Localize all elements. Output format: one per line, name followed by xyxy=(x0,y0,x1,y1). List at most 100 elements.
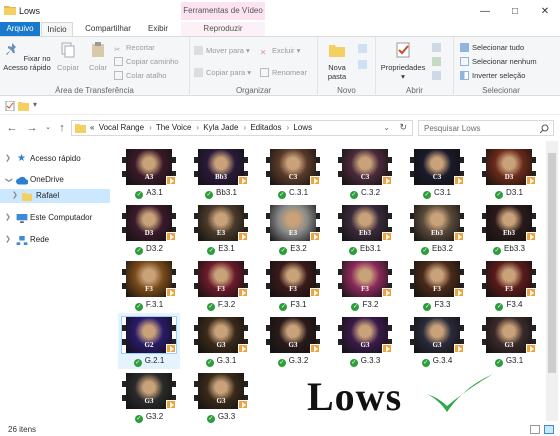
file-item[interactable]: Bb3 ✓ Bb3.1 xyxy=(190,145,252,201)
invert-selection-button[interactable]: Inverter seleção xyxy=(460,70,525,81)
customize-toolbar-icon[interactable]: ▾ xyxy=(33,100,37,109)
select-none-button[interactable]: Selecionar nenhum xyxy=(460,56,537,67)
file-item[interactable]: F3 ✓ F.3.1 xyxy=(118,257,180,313)
tab-play[interactable]: Reproduzir xyxy=(181,22,265,36)
copy-to-button[interactable]: Copiar para ▾ xyxy=(194,67,251,78)
sync-check-icon: ✓ xyxy=(133,359,142,367)
paste-shortcut-button[interactable]: Colar atalho xyxy=(114,70,166,81)
breadcrumb-lows[interactable]: Lows xyxy=(293,123,312,132)
address-bar[interactable]: « Vocal Range › The Voice › Kyla Jade › Edi… xyxy=(71,120,413,136)
sync-check-icon: ✓ xyxy=(423,303,432,311)
expand-chevron-icon[interactable]: ❯ xyxy=(5,211,11,225)
tab-file[interactable]: Arquivo xyxy=(0,22,40,36)
back-icon[interactable]: ← xyxy=(5,121,19,135)
file-item[interactable]: Eb3 ✓ Eb3.1 xyxy=(334,201,396,257)
edit-button[interactable] xyxy=(432,56,444,67)
properties-quick-icon[interactable] xyxy=(5,101,15,111)
copy-button[interactable]: Copiar xyxy=(54,41,82,72)
expand-chevron-icon[interactable]: ❯ xyxy=(5,152,11,166)
breadcrumb-kyla-jade[interactable]: Kyla Jade xyxy=(203,123,238,132)
maximize-button[interactable]: □ xyxy=(500,0,530,22)
delete-icon: ✕ xyxy=(260,48,267,57)
file-name-text: G.3.2 xyxy=(288,356,309,365)
file-item[interactable]: F3 ✓ F.3.2 xyxy=(190,257,252,313)
breadcrumb-overflow[interactable]: « xyxy=(90,123,94,132)
open-button[interactable] xyxy=(432,42,444,53)
expand-chevron-icon[interactable]: ❯ xyxy=(1,177,15,183)
file-item[interactable]: E3 ✓ E3.1 xyxy=(190,201,252,257)
search-box[interactable]: Pesquisar Lows xyxy=(418,120,554,136)
recent-locations-icon[interactable]: ⌄ xyxy=(41,121,55,135)
cut-button[interactable]: ✂ Recortar xyxy=(114,42,155,54)
file-item[interactable]: F3 ✓ F3.3 xyxy=(406,257,468,313)
vertical-scrollbar[interactable] xyxy=(546,141,558,421)
file-item[interactable]: C3 ✓ C3.1 xyxy=(406,145,468,201)
sidebar-item-rafael[interactable]: ❯ Rafael xyxy=(0,189,110,203)
file-item[interactable]: E3 ✓ E3.2 xyxy=(262,201,324,257)
sidebar-item-network[interactable]: ❯ Rede xyxy=(0,233,110,247)
breadcrumb-separator[interactable]: › xyxy=(286,123,289,132)
minimize-button[interactable]: — xyxy=(470,0,500,22)
breadcrumb-separator[interactable]: › xyxy=(196,123,199,132)
sidebar-item-onedrive[interactable]: ❯ OneDrive xyxy=(0,173,110,187)
file-item[interactable]: A3 ✓ A3.1 xyxy=(118,145,180,201)
breadcrumb-separator[interactable]: › xyxy=(243,123,246,132)
file-item[interactable]: G3 ✓ G.3.1 xyxy=(190,313,252,369)
rename-button[interactable]: Renomear xyxy=(260,67,307,78)
file-item[interactable]: G3 ✓ G3.1 xyxy=(478,313,540,369)
large-icons-view-icon[interactable] xyxy=(544,425,554,434)
file-item[interactable]: G3 ✓ G.3.4 xyxy=(406,313,468,369)
paste-button[interactable]: Colar xyxy=(84,41,112,72)
move-to-button[interactable]: Mover para ▾ xyxy=(194,45,250,56)
file-item[interactable]: F3 ✓ F3.2 xyxy=(334,257,396,313)
select-all-button[interactable]: Selecionar tudo xyxy=(460,42,524,53)
file-item[interactable]: F3 ✓ F3.4 xyxy=(478,257,540,313)
breadcrumb-the-voice[interactable]: The Voice xyxy=(156,123,192,132)
video-play-icon xyxy=(238,344,248,353)
copy-path-button[interactable]: Copiar caminho xyxy=(114,56,179,67)
file-item[interactable]: Eb3 ✓ Eb3.2 xyxy=(406,201,468,257)
file-item[interactable]: G3 ✓ G3.2 xyxy=(118,369,180,425)
breadcrumb-separator[interactable]: › xyxy=(149,123,152,132)
close-button[interactable]: ✕ xyxy=(530,0,560,22)
new-folder-quick-icon[interactable] xyxy=(18,101,29,111)
copy-icon xyxy=(61,42,75,58)
new-item-button[interactable] xyxy=(358,43,370,54)
sidebar-item-label: Acesso rápido xyxy=(30,154,81,163)
new-folder-button[interactable]: Nova pasta xyxy=(322,41,352,81)
expand-chevron-icon[interactable]: ❯ xyxy=(5,233,11,247)
sidebar-item-this-pc[interactable]: ❯ Este Computador xyxy=(0,211,110,225)
file-item[interactable]: Eb3 ✓ Eb3.3 xyxy=(478,201,540,257)
tab-view[interactable]: Exibir xyxy=(142,22,174,36)
file-item[interactable]: G2 ✓ G.2.1 xyxy=(118,313,180,369)
file-name-text: D3.1 xyxy=(506,188,523,197)
sync-check-icon: ✓ xyxy=(495,303,504,311)
breadcrumb-vocal-range[interactable]: Vocal Range xyxy=(99,123,144,132)
forward-icon[interactable]: → xyxy=(25,121,39,135)
pin-quick-access-button[interactable]: Fixar no Acesso rápido xyxy=(2,41,52,72)
expand-chevron-icon[interactable]: ❯ xyxy=(12,189,18,203)
file-item[interactable]: G3 ✓ G.3.2 xyxy=(262,313,324,369)
file-item[interactable]: F3 ✓ F3.1 xyxy=(262,257,324,313)
properties-button[interactable]: Propriedades ▾ xyxy=(378,41,428,81)
file-item[interactable]: D3 ✓ D3.1 xyxy=(478,145,540,201)
file-item[interactable]: G3 ✓ G.3.3 xyxy=(334,313,396,369)
scrollbar-thumb[interactable] xyxy=(548,153,556,373)
details-view-icon[interactable] xyxy=(530,425,540,434)
file-item[interactable]: C3 ✓ C.3.2 xyxy=(334,145,396,201)
tab-home[interactable]: Início xyxy=(41,22,73,37)
file-name-text: G3.2 xyxy=(145,412,164,421)
tab-share[interactable]: Compartilhar xyxy=(82,22,134,36)
address-dropdown-icon[interactable]: ⌄ xyxy=(383,123,390,132)
cloud-icon xyxy=(16,176,28,185)
file-item[interactable]: G3 ✓ G3.3 xyxy=(190,369,252,425)
file-item[interactable]: D3 ✓ D3.2 xyxy=(118,201,180,257)
easy-access-button[interactable] xyxy=(358,59,370,70)
sidebar-item-quick-access[interactable]: ❯ ★ Acesso rápido xyxy=(0,152,110,166)
breadcrumb-editados[interactable]: Editados xyxy=(250,123,281,132)
up-icon[interactable]: ↑ xyxy=(55,121,69,135)
delete-button[interactable]: ✕ Excluir ▾ xyxy=(260,45,300,57)
history-button[interactable] xyxy=(432,70,444,81)
refresh-icon[interactable]: ↻ xyxy=(399,122,407,133)
file-item[interactable]: C3 ✓ C.3.1 xyxy=(262,145,324,201)
